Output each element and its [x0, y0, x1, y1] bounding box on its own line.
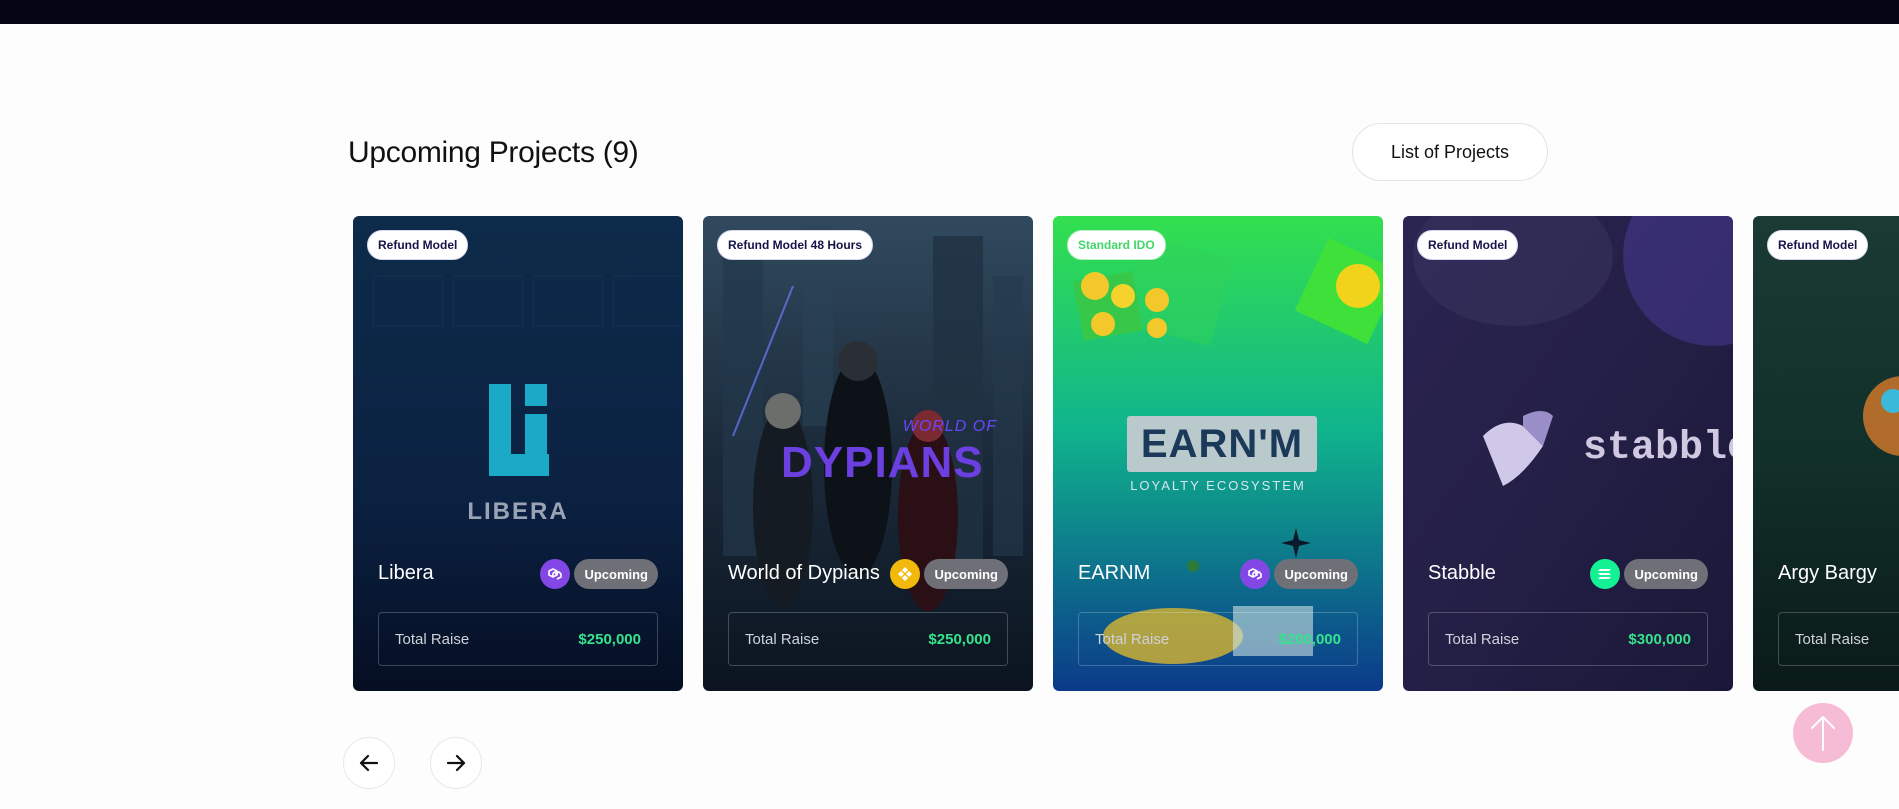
earnm-logo-sub: LOYALTY ECOSYSTEM — [1130, 478, 1306, 493]
earnm-logo: EARN'M — [1127, 416, 1317, 472]
total-raise-label: Total Raise — [1095, 630, 1170, 648]
project-name: EARNM — [1078, 562, 1151, 584]
project-card-argy-bargy[interactable]: Refund Model Argy Bargy Total Raise — [1753, 216, 1899, 691]
polygon-icon — [540, 559, 571, 589]
top-bar — [0, 0, 1899, 24]
total-raise-value: $250,000 — [578, 630, 641, 648]
total-raise-box: Total Raise — [1778, 612, 1899, 666]
model-badge: Refund Model — [1767, 230, 1869, 260]
project-name: Stabble — [1428, 562, 1496, 584]
status-badge: Upcoming — [924, 559, 1008, 589]
model-badge: Refund Model — [367, 230, 469, 260]
projects-carousel: LIBERA Refund Model Libera Upcoming Tota… — [353, 216, 1899, 691]
total-raise-label: Total Raise — [1445, 630, 1520, 648]
dypians-logo-main: DYPIANS — [781, 438, 984, 487]
total-raise-value: $250,000 — [928, 630, 991, 648]
project-card-world-of-dypians[interactable]: WORLD OF DYPIANS Refund Model 48 Hours W… — [703, 216, 1033, 691]
model-badge: Standard IDO — [1067, 230, 1166, 260]
total-raise-value: $300,000 — [1628, 630, 1691, 648]
arrow-up-icon — [1811, 716, 1835, 751]
arrow-right-icon — [446, 754, 466, 772]
stabble-logo-text: stabble — [1583, 426, 1733, 471]
carousel-prev-button[interactable] — [343, 737, 395, 789]
solana-icon — [1590, 559, 1621, 589]
section-title: Upcoming Projects (9) — [348, 136, 639, 169]
libera-logo-text: LIBERA — [467, 498, 569, 525]
project-name: World of Dypians — [728, 562, 880, 584]
status-badge: Upcoming — [1274, 559, 1358, 589]
total-raise-label: Total Raise — [1795, 630, 1870, 648]
total-raise-value: $200,000 — [1278, 630, 1341, 648]
project-card-stabble[interactable]: stabble Refund Model Stabble Upcoming To… — [1403, 216, 1733, 691]
bnb-icon — [890, 559, 921, 589]
arrow-left-icon — [359, 754, 379, 772]
polygon-icon — [1240, 559, 1271, 589]
carousel-next-button[interactable] — [430, 737, 482, 789]
project-card-earnm[interactable]: EARN'M LOYALTY ECOSYSTEM Standard IDO EA… — [1053, 216, 1383, 691]
total-raise-box: Total Raise $300,000 — [1428, 612, 1708, 666]
status-badge: Upcoming — [574, 559, 658, 589]
project-name: Argy Bargy — [1778, 562, 1877, 584]
total-raise-box: Total Raise $250,000 — [728, 612, 1008, 666]
scroll-to-top-button[interactable] — [1793, 703, 1853, 763]
status-badge: Upcoming — [1624, 559, 1708, 589]
total-raise-label: Total Raise — [395, 630, 470, 648]
project-card-libera[interactable]: LIBERA Refund Model Libera Upcoming Tota… — [353, 216, 683, 691]
project-name: Libera — [378, 562, 434, 584]
total-raise-box: Total Raise $200,000 — [1078, 612, 1358, 666]
total-raise-box: Total Raise $250,000 — [378, 612, 658, 666]
earnm-logo-main: EARN'M — [1140, 421, 1304, 466]
total-raise-label: Total Raise — [745, 630, 820, 648]
model-badge: Refund Model — [1417, 230, 1519, 260]
model-badge: Refund Model 48 Hours — [717, 230, 874, 260]
dypians-logo-top: WORLD OF — [902, 418, 997, 435]
list-of-projects-button[interactable]: List of Projects — [1352, 123, 1548, 181]
